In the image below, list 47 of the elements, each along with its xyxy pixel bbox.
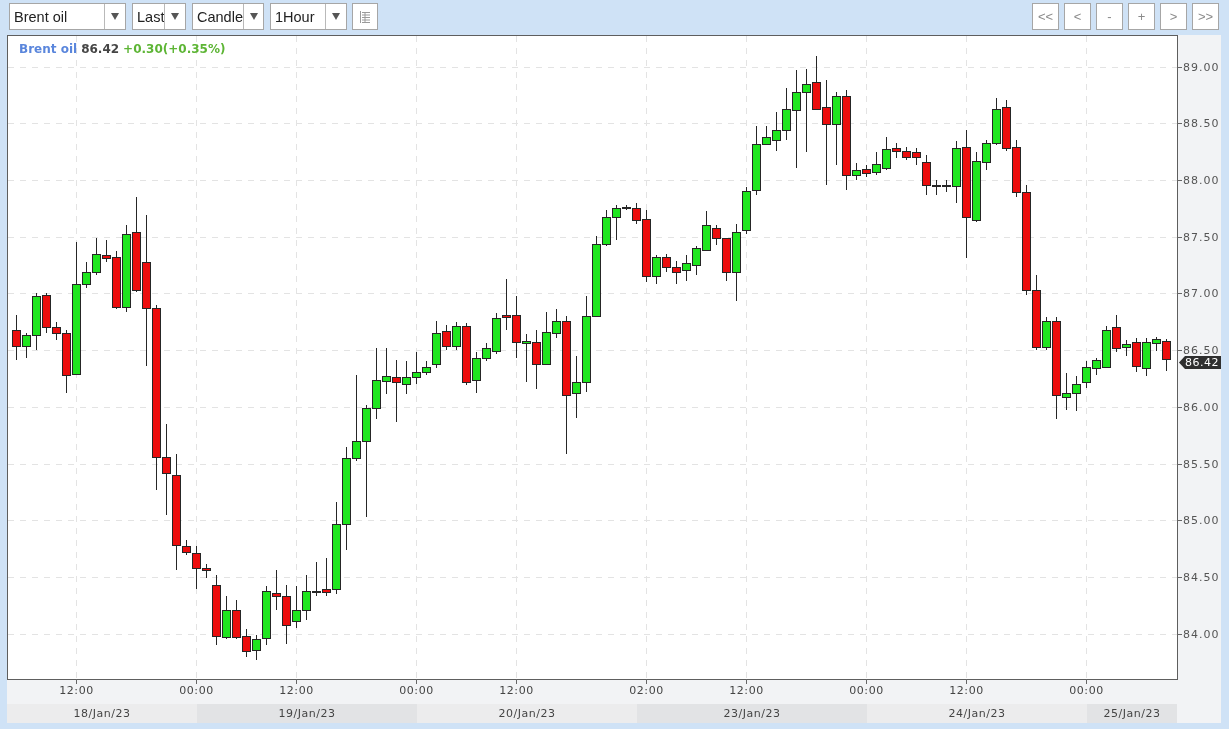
caret-icon: [111, 13, 119, 20]
y-axis-label: 85.00: [1183, 516, 1220, 525]
dropdown[interactable]: 1Hour: [270, 3, 347, 30]
y-axis-label: 88.00: [1183, 176, 1220, 185]
next-button[interactable]: >: [1160, 3, 1187, 30]
y-axis-label: 87.00: [1183, 289, 1220, 298]
dropdown[interactable]: Candle: [192, 3, 264, 30]
y-axis-label: 85.50: [1183, 460, 1220, 469]
legend-price: 86.42: [81, 42, 120, 56]
x-axis-label: 12:00: [499, 685, 534, 697]
y-axis-label: 86.00: [1183, 403, 1220, 412]
x-axis-label: 12:00: [279, 685, 314, 697]
x-axis-label: 00:00: [399, 685, 434, 697]
caret-icon: [332, 13, 340, 20]
data-table-button[interactable]: [352, 3, 378, 30]
x-axis-label: 12:00: [949, 685, 984, 697]
x-axis-label: 12:00: [59, 685, 94, 697]
caret-icon: [171, 13, 180, 20]
date-label: 20/Jan/23: [417, 704, 637, 723]
date-label: 18/Jan/23: [7, 704, 197, 723]
x-axis-label: 02:00: [629, 685, 664, 697]
dropdown[interactable]: Brent oil: [9, 3, 126, 30]
x-axis-label: 00:00: [1069, 685, 1104, 697]
first-page-button[interactable]: <<: [1032, 3, 1059, 30]
price-tag: 86.42: [1179, 356, 1221, 369]
x-axis-label: 00:00: [849, 685, 884, 697]
x-axis-label: 00:00: [179, 685, 214, 697]
date-label: 23/Jan/23: [637, 704, 867, 723]
x-axis-label: 12:00: [729, 685, 764, 697]
caret-icon: [249, 13, 258, 20]
y-axis-label: 84.50: [1183, 573, 1220, 582]
date-label: 24/Jan/23: [867, 704, 1087, 723]
previous-button[interactable]: <: [1064, 3, 1091, 30]
date-label: 25/Jan/23: [1087, 704, 1177, 723]
zoom-in-button[interactable]: +: [1128, 3, 1155, 30]
y-axis-label: 87.50: [1183, 233, 1220, 242]
y-axis-label: 88.50: [1183, 119, 1220, 128]
table-icon: [360, 10, 370, 23]
y-axis-label: 84.00: [1183, 630, 1220, 639]
legend-change: +0.30(+0.35%): [123, 42, 226, 56]
date-label: 19/Jan/23: [197, 704, 417, 723]
zoom-out-button[interactable]: -: [1096, 3, 1123, 30]
y-axis-label: 89.00: [1183, 63, 1220, 72]
y-axis-label: 86.50: [1183, 346, 1220, 355]
last-page-button[interactable]: >>: [1192, 3, 1219, 30]
legend-symbol: Brent oil: [19, 42, 78, 56]
dropdown[interactable]: Last: [132, 3, 186, 30]
